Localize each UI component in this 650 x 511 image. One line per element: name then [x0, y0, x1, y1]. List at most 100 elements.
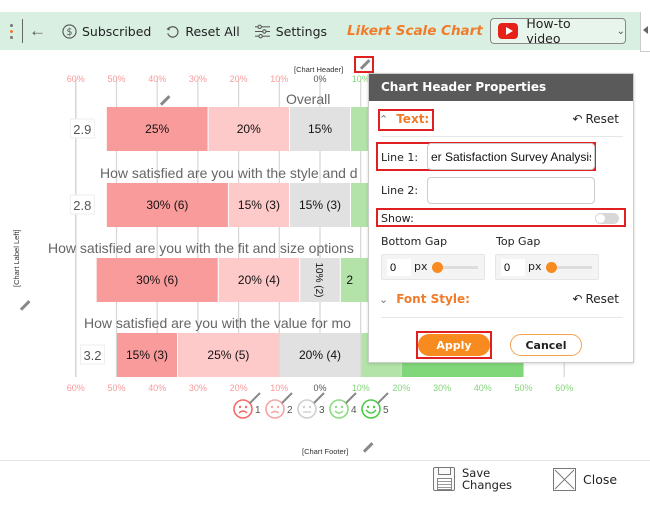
question-label: How satisfied are you with the style and…	[100, 165, 358, 181]
reset-icon: ↶	[572, 112, 583, 126]
font-style-reset-button[interactable]: ↶ Reset	[572, 292, 619, 306]
bottom-gap-unit: px	[414, 260, 428, 273]
line1-input[interactable]	[427, 143, 595, 170]
chart-label-left-placeholder[interactable]: [Chart Label Left]	[12, 229, 21, 287]
axis-tick-bottom: 30%	[189, 383, 207, 393]
reset-icon: ↶	[572, 292, 583, 306]
top-gap-input[interactable]	[501, 259, 525, 276]
howto-label: How-to video	[526, 16, 571, 46]
axis-tick-bottom: 20%	[230, 383, 248, 393]
bar-segment-label: 25%	[145, 122, 169, 136]
line1-row: Line 1:	[381, 143, 595, 171]
save-line2: Changes	[462, 478, 513, 492]
subscribed-label: Subscribed	[82, 23, 152, 39]
chevron-down-icon: ⌄	[616, 25, 625, 37]
chevron-down-icon: ⌄	[379, 292, 389, 306]
youtube-icon	[498, 23, 519, 39]
edit-row-pencil-icon[interactable]	[157, 93, 171, 107]
chart-header-placeholder[interactable]: [Chart Header]	[294, 65, 343, 74]
close-label: Close	[583, 472, 618, 487]
show-label: Show:	[381, 212, 414, 225]
axis-tick-bottom: 60%	[555, 383, 573, 393]
apply-button[interactable]: Apply	[418, 334, 490, 356]
axis-tick-bottom: 60%	[67, 383, 85, 393]
show-row: Show:	[381, 212, 414, 225]
bottom-gap-control: px	[381, 254, 485, 280]
axis-tick-bottom: 40%	[148, 383, 166, 393]
bar-segment-label: 20% (4)	[299, 348, 341, 362]
caret-left-icon	[643, 26, 648, 34]
mean-value: 3.2	[83, 348, 101, 363]
chart-header-properties-panel: Chart Header Properties ⌃ Text: ↶ Reset …	[368, 73, 634, 363]
axis-tick-top: 10%	[352, 74, 370, 84]
edit-left-label-pencil-icon[interactable]	[17, 298, 31, 312]
top-gap-control: px	[495, 254, 599, 280]
cancel-button[interactable]: Cancel	[510, 334, 582, 356]
scale-label: 5	[383, 405, 389, 416]
scale-label: 3	[319, 405, 325, 416]
bar-segment-label: 10% (2)	[313, 262, 324, 297]
bar-segment-label: 2	[346, 273, 353, 287]
top-gap-slider-knob[interactable]	[546, 262, 557, 273]
app-title: Likert Scale Chart	[347, 23, 483, 39]
save-changes-button[interactable]: Save Changes	[433, 467, 512, 491]
more-menu-icon[interactable]	[5, 23, 17, 39]
axis-tick-bottom: 0%	[313, 383, 326, 393]
reset-icon	[166, 25, 179, 38]
bar-segment-label: 15% (3)	[299, 198, 341, 212]
question-label: Overall	[286, 91, 330, 107]
edit-header-pencil-icon[interactable]	[357, 57, 371, 71]
edit-footer-pencil-icon[interactable]	[360, 440, 374, 454]
svg-text:$: $	[67, 26, 73, 37]
toolbar-divider	[22, 19, 23, 43]
reset-all-button[interactable]: Reset All	[165, 23, 240, 39]
axis-tick-bottom: 30%	[433, 383, 451, 393]
dollar-circle-icon: $	[62, 23, 77, 39]
panel-title: Chart Header Properties	[369, 74, 633, 101]
back-arrow-icon[interactable]: ←	[29, 21, 46, 41]
show-toggle[interactable]	[595, 213, 619, 224]
axis-tick-top: 40%	[148, 74, 166, 84]
sliders-icon	[254, 24, 270, 38]
text-section-toggle[interactable]: ⌃ Text:	[379, 112, 429, 126]
chart-footer-placeholder[interactable]: [Chart Footer]	[302, 447, 348, 456]
bar-segment-label: 20% (4)	[238, 273, 280, 287]
divider	[381, 317, 623, 318]
footer-divider	[0, 460, 650, 461]
bar-segment-label: 20%	[237, 122, 261, 136]
settings-label: Settings	[275, 23, 328, 39]
line2-row: Line 2:	[381, 177, 595, 204]
axis-tick-top: 50%	[107, 74, 125, 84]
axis-tick-bottom: 50%	[514, 383, 532, 393]
axis-tick-bottom: 50%	[107, 383, 125, 393]
line2-input[interactable]	[427, 177, 595, 204]
bottom-gap-input[interactable]	[387, 259, 411, 276]
scale-label: 2	[287, 405, 293, 416]
subscribed-button[interactable]: $ Subscribed	[62, 24, 151, 39]
bar-segment-label: 25% (5)	[207, 348, 249, 362]
axis-tick-bottom: 10%	[270, 383, 288, 393]
howto-video-dropdown[interactable]: How-to video ⌄	[490, 16, 626, 46]
axis-tick-top: 0%	[313, 74, 326, 84]
axis-tick-bottom: 40%	[474, 383, 492, 393]
axis-tick-top: 20%	[230, 74, 248, 84]
font-style-section-toggle[interactable]: ⌄ Font Style:	[379, 292, 470, 306]
scale-label: 1	[255, 405, 261, 416]
divider	[381, 136, 623, 137]
save-changes-label: Save Changes	[462, 467, 512, 491]
font-style-section-label: Font Style:	[396, 292, 470, 306]
reset-all-label: Reset All	[185, 23, 240, 39]
text-section-label: Text:	[396, 112, 430, 126]
axis-tick-top: 60%	[67, 74, 85, 84]
toolbar: ← $ Subscribed Reset All Settings Likert…	[0, 12, 640, 50]
text-reset-button[interactable]: ↶ Reset	[572, 112, 619, 126]
collapse-sidebar-button[interactable]	[640, 12, 650, 52]
close-button[interactable]: Close	[553, 468, 617, 491]
floppy-disk-icon	[433, 467, 455, 491]
line1-label: Line 1:	[381, 151, 419, 164]
bar-segment-label: 15%	[308, 122, 332, 136]
settings-button[interactable]: Settings	[254, 24, 327, 39]
axis-tick-bottom: 10%	[352, 383, 370, 393]
font-style-reset-label: Reset	[585, 292, 619, 306]
bottom-gap-slider-knob[interactable]	[432, 262, 443, 273]
